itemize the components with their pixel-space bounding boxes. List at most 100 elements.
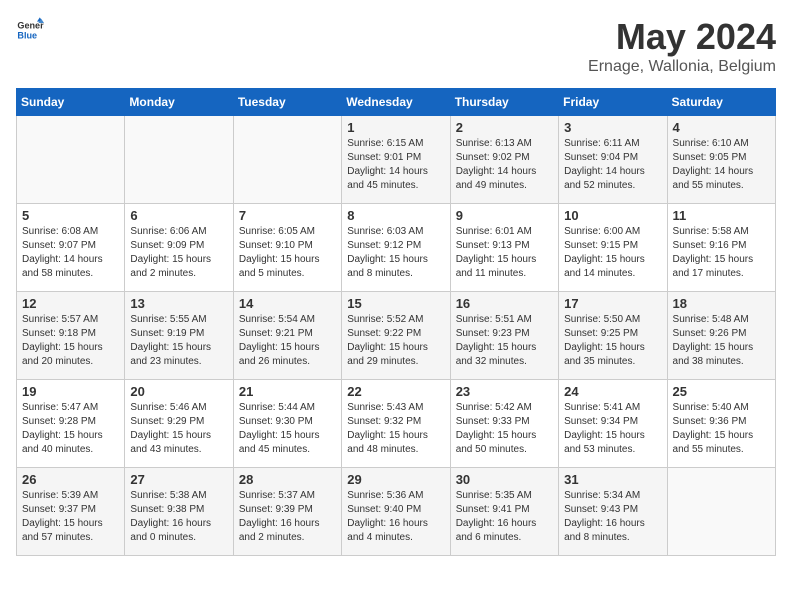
day-info: Sunrise: 6:13 AM Sunset: 9:02 PM Dayligh… [456, 137, 553, 193]
calendar-day-cell: 27 Sunrise: 5:38 AM Sunset: 9:38 PM Dayli… [125, 468, 233, 556]
day-info: Sunrise: 5:39 AM Sunset: 9:37 PM Dayligh… [22, 489, 119, 545]
day-number: 27 [130, 472, 227, 487]
calendar-day-cell: 9 Sunrise: 6:01 AM Sunset: 9:13 PM Daylig… [450, 204, 558, 292]
day-number: 10 [564, 208, 661, 223]
calendar-week-row: 1Sunrise: 6:15 AM Sunset: 9:01 PM Daylig… [17, 116, 776, 204]
day-info: Sunrise: 5:35 AM Sunset: 9:41 PM Dayligh… [456, 489, 553, 545]
calendar-day-cell: 29 Sunrise: 5:36 AM Sunset: 9:40 PM Dayli… [342, 468, 450, 556]
calendar-day-cell: 12 Sunrise: 5:57 AM Sunset: 9:18 PM Dayli… [17, 292, 125, 380]
calendar-table: SundayMondayTuesdayWednesdayThursdayFrid… [16, 88, 776, 556]
weekday-header-saturday: Saturday [667, 89, 775, 116]
day-number: 20 [130, 384, 227, 399]
day-number: 28 [239, 472, 336, 487]
calendar-week-row: 19 Sunrise: 5:47 AM Sunset: 9:28 PM Dayli… [17, 380, 776, 468]
day-info: Sunrise: 5:58 AM Sunset: 9:16 PM Dayligh… [673, 225, 770, 281]
day-info: Sunrise: 5:51 AM Sunset: 9:23 PM Dayligh… [456, 313, 553, 369]
day-info: Sunrise: 5:46 AM Sunset: 9:29 PM Dayligh… [130, 401, 227, 457]
day-info: Sunrise: 5:50 AM Sunset: 9:25 PM Dayligh… [564, 313, 661, 369]
calendar-day-cell: 23Sunrise: 5:42 AM Sunset: 9:33 PM Dayli… [450, 380, 558, 468]
calendar-day-cell: 15 Sunrise: 5:52 AM Sunset: 9:22 PM Dayli… [342, 292, 450, 380]
calendar-day-cell: 20 Sunrise: 5:46 AM Sunset: 9:29 PM Dayli… [125, 380, 233, 468]
day-number: 13 [130, 296, 227, 311]
calendar-day-cell: 30Sunrise: 5:35 AM Sunset: 9:41 PM Dayli… [450, 468, 558, 556]
day-info: Sunrise: 5:38 AM Sunset: 9:38 PM Dayligh… [130, 489, 227, 545]
day-info: Sunrise: 6:05 AM Sunset: 9:10 PM Dayligh… [239, 225, 336, 281]
day-info: Sunrise: 6:03 AM Sunset: 9:12 PM Dayligh… [347, 225, 444, 281]
calendar-week-row: 26 Sunrise: 5:39 AM Sunset: 9:37 PM Dayli… [17, 468, 776, 556]
calendar-day-cell: 25 Sunrise: 5:40 AM Sunset: 9:36 PM Dayli… [667, 380, 775, 468]
page-header: General Blue May 2024 Ernage, Wallonia, … [16, 16, 776, 76]
day-info: Sunrise: 5:52 AM Sunset: 9:22 PM Dayligh… [347, 313, 444, 369]
day-number: 14 [239, 296, 336, 311]
calendar-day-cell: 7 Sunrise: 6:05 AM Sunset: 9:10 PM Daylig… [233, 204, 341, 292]
weekday-header-row: SundayMondayTuesdayWednesdayThursdayFrid… [17, 89, 776, 116]
day-number: 15 [347, 296, 444, 311]
day-info: Sunrise: 5:55 AM Sunset: 9:19 PM Dayligh… [130, 313, 227, 369]
day-info: Sunrise: 5:44 AM Sunset: 9:30 PM Dayligh… [239, 401, 336, 457]
day-number: 12 [22, 296, 119, 311]
day-number: 3 [564, 120, 661, 135]
calendar-day-cell: 13 Sunrise: 5:55 AM Sunset: 9:19 PM Dayli… [125, 292, 233, 380]
calendar-day-cell: 8 Sunrise: 6:03 AM Sunset: 9:12 PM Daylig… [342, 204, 450, 292]
title-section: May 2024 Ernage, Wallonia, Belgium [588, 16, 776, 76]
day-info: Sunrise: 5:43 AM Sunset: 9:32 PM Dayligh… [347, 401, 444, 457]
day-number: 21 [239, 384, 336, 399]
weekday-header-thursday: Thursday [450, 89, 558, 116]
weekday-header-wednesday: Wednesday [342, 89, 450, 116]
location-subtitle: Ernage, Wallonia, Belgium [588, 58, 776, 76]
day-number: 24 [564, 384, 661, 399]
calendar-week-row: 5 Sunrise: 6:08 AM Sunset: 9:07 PM Daylig… [17, 204, 776, 292]
calendar-day-cell: 16Sunrise: 5:51 AM Sunset: 9:23 PM Dayli… [450, 292, 558, 380]
day-number: 6 [130, 208, 227, 223]
day-info: Sunrise: 5:37 AM Sunset: 9:39 PM Dayligh… [239, 489, 336, 545]
day-number: 26 [22, 472, 119, 487]
calendar-day-cell: 6 Sunrise: 6:06 AM Sunset: 9:09 PM Daylig… [125, 204, 233, 292]
calendar-day-cell: 24 Sunrise: 5:41 AM Sunset: 9:34 PM Dayli… [559, 380, 667, 468]
calendar-day-cell: 21 Sunrise: 5:44 AM Sunset: 9:30 PM Dayli… [233, 380, 341, 468]
calendar-day-cell [17, 116, 125, 204]
calendar-day-cell [667, 468, 775, 556]
calendar-day-cell [125, 116, 233, 204]
day-info: Sunrise: 6:06 AM Sunset: 9:09 PM Dayligh… [130, 225, 227, 281]
calendar-day-cell: 2 Sunrise: 6:13 AM Sunset: 9:02 PM Daylig… [450, 116, 558, 204]
day-number: 18 [673, 296, 770, 311]
logo-icon: General Blue [16, 16, 44, 44]
day-info: Sunrise: 6:10 AM Sunset: 9:05 PM Dayligh… [673, 137, 770, 193]
calendar-day-cell: 22 Sunrise: 5:43 AM Sunset: 9:32 PM Dayli… [342, 380, 450, 468]
day-info: Sunrise: 5:40 AM Sunset: 9:36 PM Dayligh… [673, 401, 770, 457]
day-info: Sunrise: 6:01 AM Sunset: 9:13 PM Dayligh… [456, 225, 553, 281]
day-number: 11 [673, 208, 770, 223]
calendar-day-cell: 3 Sunrise: 6:11 AM Sunset: 9:04 PM Daylig… [559, 116, 667, 204]
day-number: 25 [673, 384, 770, 399]
day-number: 23 [456, 384, 553, 399]
day-number: 2 [456, 120, 553, 135]
day-number: 19 [22, 384, 119, 399]
day-number: 7 [239, 208, 336, 223]
logo: General Blue [16, 16, 44, 44]
day-info: Sunrise: 5:57 AM Sunset: 9:18 PM Dayligh… [22, 313, 119, 369]
day-number: 4 [673, 120, 770, 135]
day-info: Sunrise: 5:47 AM Sunset: 9:28 PM Dayligh… [22, 401, 119, 457]
day-info: Sunrise: 6:11 AM Sunset: 9:04 PM Dayligh… [564, 137, 661, 193]
day-number: 9 [456, 208, 553, 223]
day-info: Sunrise: 5:41 AM Sunset: 9:34 PM Dayligh… [564, 401, 661, 457]
day-info: Sunrise: 5:34 AM Sunset: 9:43 PM Dayligh… [564, 489, 661, 545]
calendar-day-cell: 11 Sunrise: 5:58 AM Sunset: 9:16 PM Dayli… [667, 204, 775, 292]
calendar-day-cell: 26 Sunrise: 5:39 AM Sunset: 9:37 PM Dayli… [17, 468, 125, 556]
day-number: 29 [347, 472, 444, 487]
calendar-day-cell: 19 Sunrise: 5:47 AM Sunset: 9:28 PM Dayli… [17, 380, 125, 468]
day-info: Sunrise: 5:48 AM Sunset: 9:26 PM Dayligh… [673, 313, 770, 369]
svg-text:Blue: Blue [17, 30, 37, 40]
calendar-day-cell [233, 116, 341, 204]
day-info: Sunrise: 5:36 AM Sunset: 9:40 PM Dayligh… [347, 489, 444, 545]
weekday-header-monday: Monday [125, 89, 233, 116]
day-info: Sunrise: 6:08 AM Sunset: 9:07 PM Dayligh… [22, 225, 119, 281]
day-number: 31 [564, 472, 661, 487]
day-number: 5 [22, 208, 119, 223]
day-number: 8 [347, 208, 444, 223]
day-info: Sunrise: 5:54 AM Sunset: 9:21 PM Dayligh… [239, 313, 336, 369]
calendar-day-cell: 14 Sunrise: 5:54 AM Sunset: 9:21 PM Dayli… [233, 292, 341, 380]
month-year-title: May 2024 [588, 16, 776, 58]
day-number: 17 [564, 296, 661, 311]
day-number: 22 [347, 384, 444, 399]
